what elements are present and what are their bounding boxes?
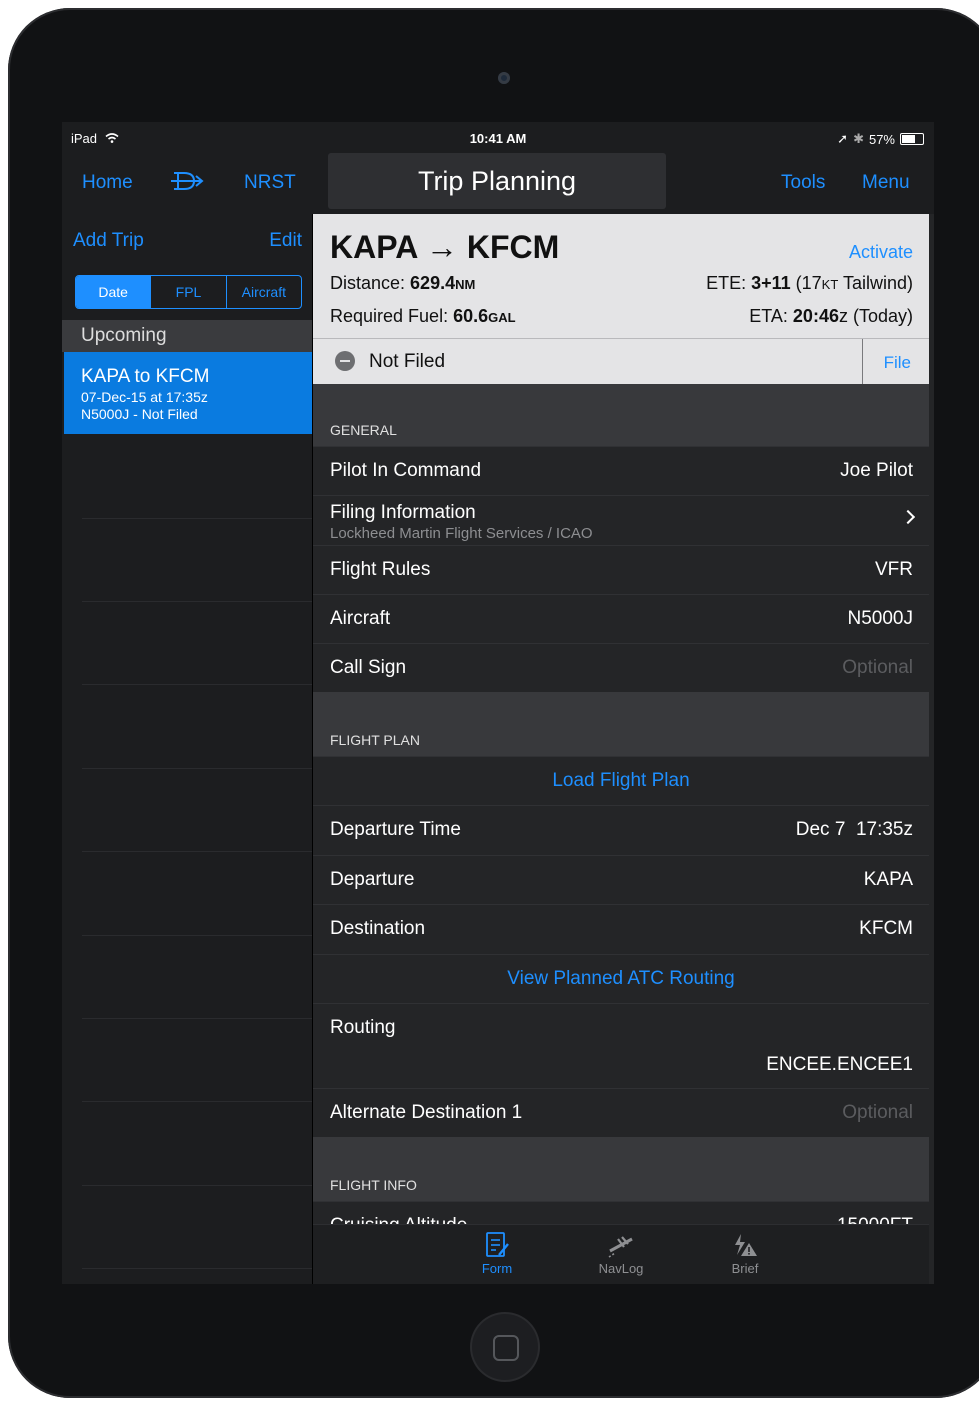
list-separator (82, 851, 312, 852)
trip-detail-pane: KAPA → KFCM Activate Distance: 629.4NM E… (313, 214, 934, 1284)
trip-list-pane: Add Trip Edit Date FPL Aircraft Upcoming… (62, 214, 312, 1284)
sort-segmented-control: Date FPL Aircraft (75, 275, 302, 309)
section-header-flight-plan: FLIGHT PLAN (313, 692, 929, 756)
eta-readout: ETA: 20:46z (Today) (749, 306, 913, 326)
list-separator (82, 1018, 312, 1019)
filing-information-row[interactable]: Filing Information Lockheed Martin Fligh… (313, 495, 929, 545)
tab-brief[interactable]: Brief (705, 1231, 785, 1276)
form-icon (457, 1231, 537, 1261)
list-separator (82, 518, 312, 519)
load-flight-plan-row[interactable]: Load Flight Plan (313, 756, 929, 805)
trip-status: N5000J - Not Filed (81, 406, 198, 422)
fuel-readout: Required Fuel: 60.6GAL (330, 306, 516, 326)
menu-link[interactable]: Menu (862, 172, 910, 194)
tab-bar: Form NavLog Brief (313, 1224, 929, 1284)
departure-row[interactable]: Departure KAPA (313, 855, 929, 904)
flight-rules-row[interactable]: Flight Rules VFR (313, 545, 929, 594)
brief-icon (705, 1231, 785, 1261)
segment-fpl[interactable]: FPL (150, 276, 225, 308)
list-separator (82, 1185, 312, 1186)
filing-status-bar: Not Filed File (313, 338, 929, 385)
list-separator (82, 601, 312, 602)
section-header-upcoming: Upcoming (62, 320, 312, 352)
route-title: KAPA → KFCM (330, 229, 560, 265)
list-separator (82, 935, 312, 936)
segment-aircraft[interactable]: Aircraft (225, 276, 301, 308)
navigation-bar: Home NRST Trip Planning Tools Menu (62, 150, 934, 214)
status-bar: iPad 10:41 AM ➚ ✱ 57% (62, 122, 934, 150)
list-separator (82, 684, 312, 685)
nrst-link[interactable]: NRST (244, 172, 296, 194)
alternate-destination-field[interactable]: Alternate Destination 1 Optional (313, 1088, 929, 1137)
activate-button[interactable]: Activate (849, 242, 913, 263)
screen: iPad 10:41 AM ➚ ✱ 57% Home NRST Trip Pla… (62, 122, 934, 1284)
home-button[interactable] (472, 1314, 538, 1380)
edit-button[interactable]: Edit (269, 230, 302, 252)
section-header-flight-info: FLIGHT INFO (313, 1137, 929, 1201)
bluetooth-icon: ✱ (853, 131, 864, 146)
routing-row[interactable]: Routing ENCEE.ENCEE1 (313, 1003, 929, 1088)
pilot-in-command-value: Joe Pilot (840, 460, 913, 481)
chevron-right-icon (900, 509, 916, 525)
distance-readout: Distance: 629.4NM (330, 273, 476, 293)
tab-form[interactable]: Form (457, 1231, 537, 1276)
camera-lens (498, 72, 510, 84)
filing-divider (862, 339, 863, 385)
trip-title: KAPA to KFCM (81, 366, 210, 387)
load-flight-plan-button[interactable]: Load Flight Plan (313, 770, 929, 792)
section-header-general: GENERAL (313, 384, 929, 446)
ete-readout: ETE: 3+11 (17KT Tailwind) (706, 273, 913, 293)
home-link[interactable]: Home (82, 172, 133, 194)
atc-routing-row[interactable]: View Planned ATC Routing (313, 954, 929, 1003)
location-arrow-icon: ➚ (837, 131, 849, 146)
status-indicators: ➚ ✱ 57% (837, 131, 924, 147)
not-filed-icon (335, 351, 355, 371)
tab-navlog[interactable]: NavLog (581, 1231, 661, 1276)
call-sign-field[interactable]: Call Sign Optional (313, 643, 929, 692)
pilot-in-command-row[interactable]: Pilot In Command Joe Pilot (313, 446, 929, 495)
battery-percent: 57% (868, 131, 895, 147)
home-square-icon (493, 1335, 519, 1361)
trip-summary: KAPA → KFCM Activate Distance: 629.4NM E… (313, 214, 929, 338)
list-separator (82, 1101, 312, 1102)
list-separator (82, 1268, 312, 1269)
list-separator (82, 768, 312, 769)
routing-value: ENCEE.ENCEE1 (766, 1054, 913, 1075)
view-atc-routing-button[interactable]: View Planned ATC Routing (313, 968, 929, 990)
add-trip-button[interactable]: Add Trip (73, 230, 144, 252)
file-button[interactable]: File (884, 353, 911, 373)
direct-to-icon[interactable] (170, 170, 204, 192)
tools-link[interactable]: Tools (781, 172, 825, 194)
page-title: Trip Planning (328, 153, 666, 209)
aircraft-row[interactable]: Aircraft N5000J (313, 594, 929, 643)
segment-date[interactable]: Date (76, 276, 151, 308)
trip-list-item[interactable]: KAPA to KFCM 07-Dec-15 at 17:35z N5000J … (64, 352, 312, 434)
battery-icon (900, 133, 924, 145)
destination-row[interactable]: Destination KFCM (313, 904, 929, 953)
navlog-icon (581, 1231, 661, 1261)
trip-date: 07-Dec-15 at 17:35z (81, 389, 208, 405)
clock: 10:41 AM (469, 131, 527, 146)
filing-status: Not Filed (369, 351, 446, 372)
departure-time-row[interactable]: Departure Time Dec 7 17:35z (313, 805, 929, 854)
